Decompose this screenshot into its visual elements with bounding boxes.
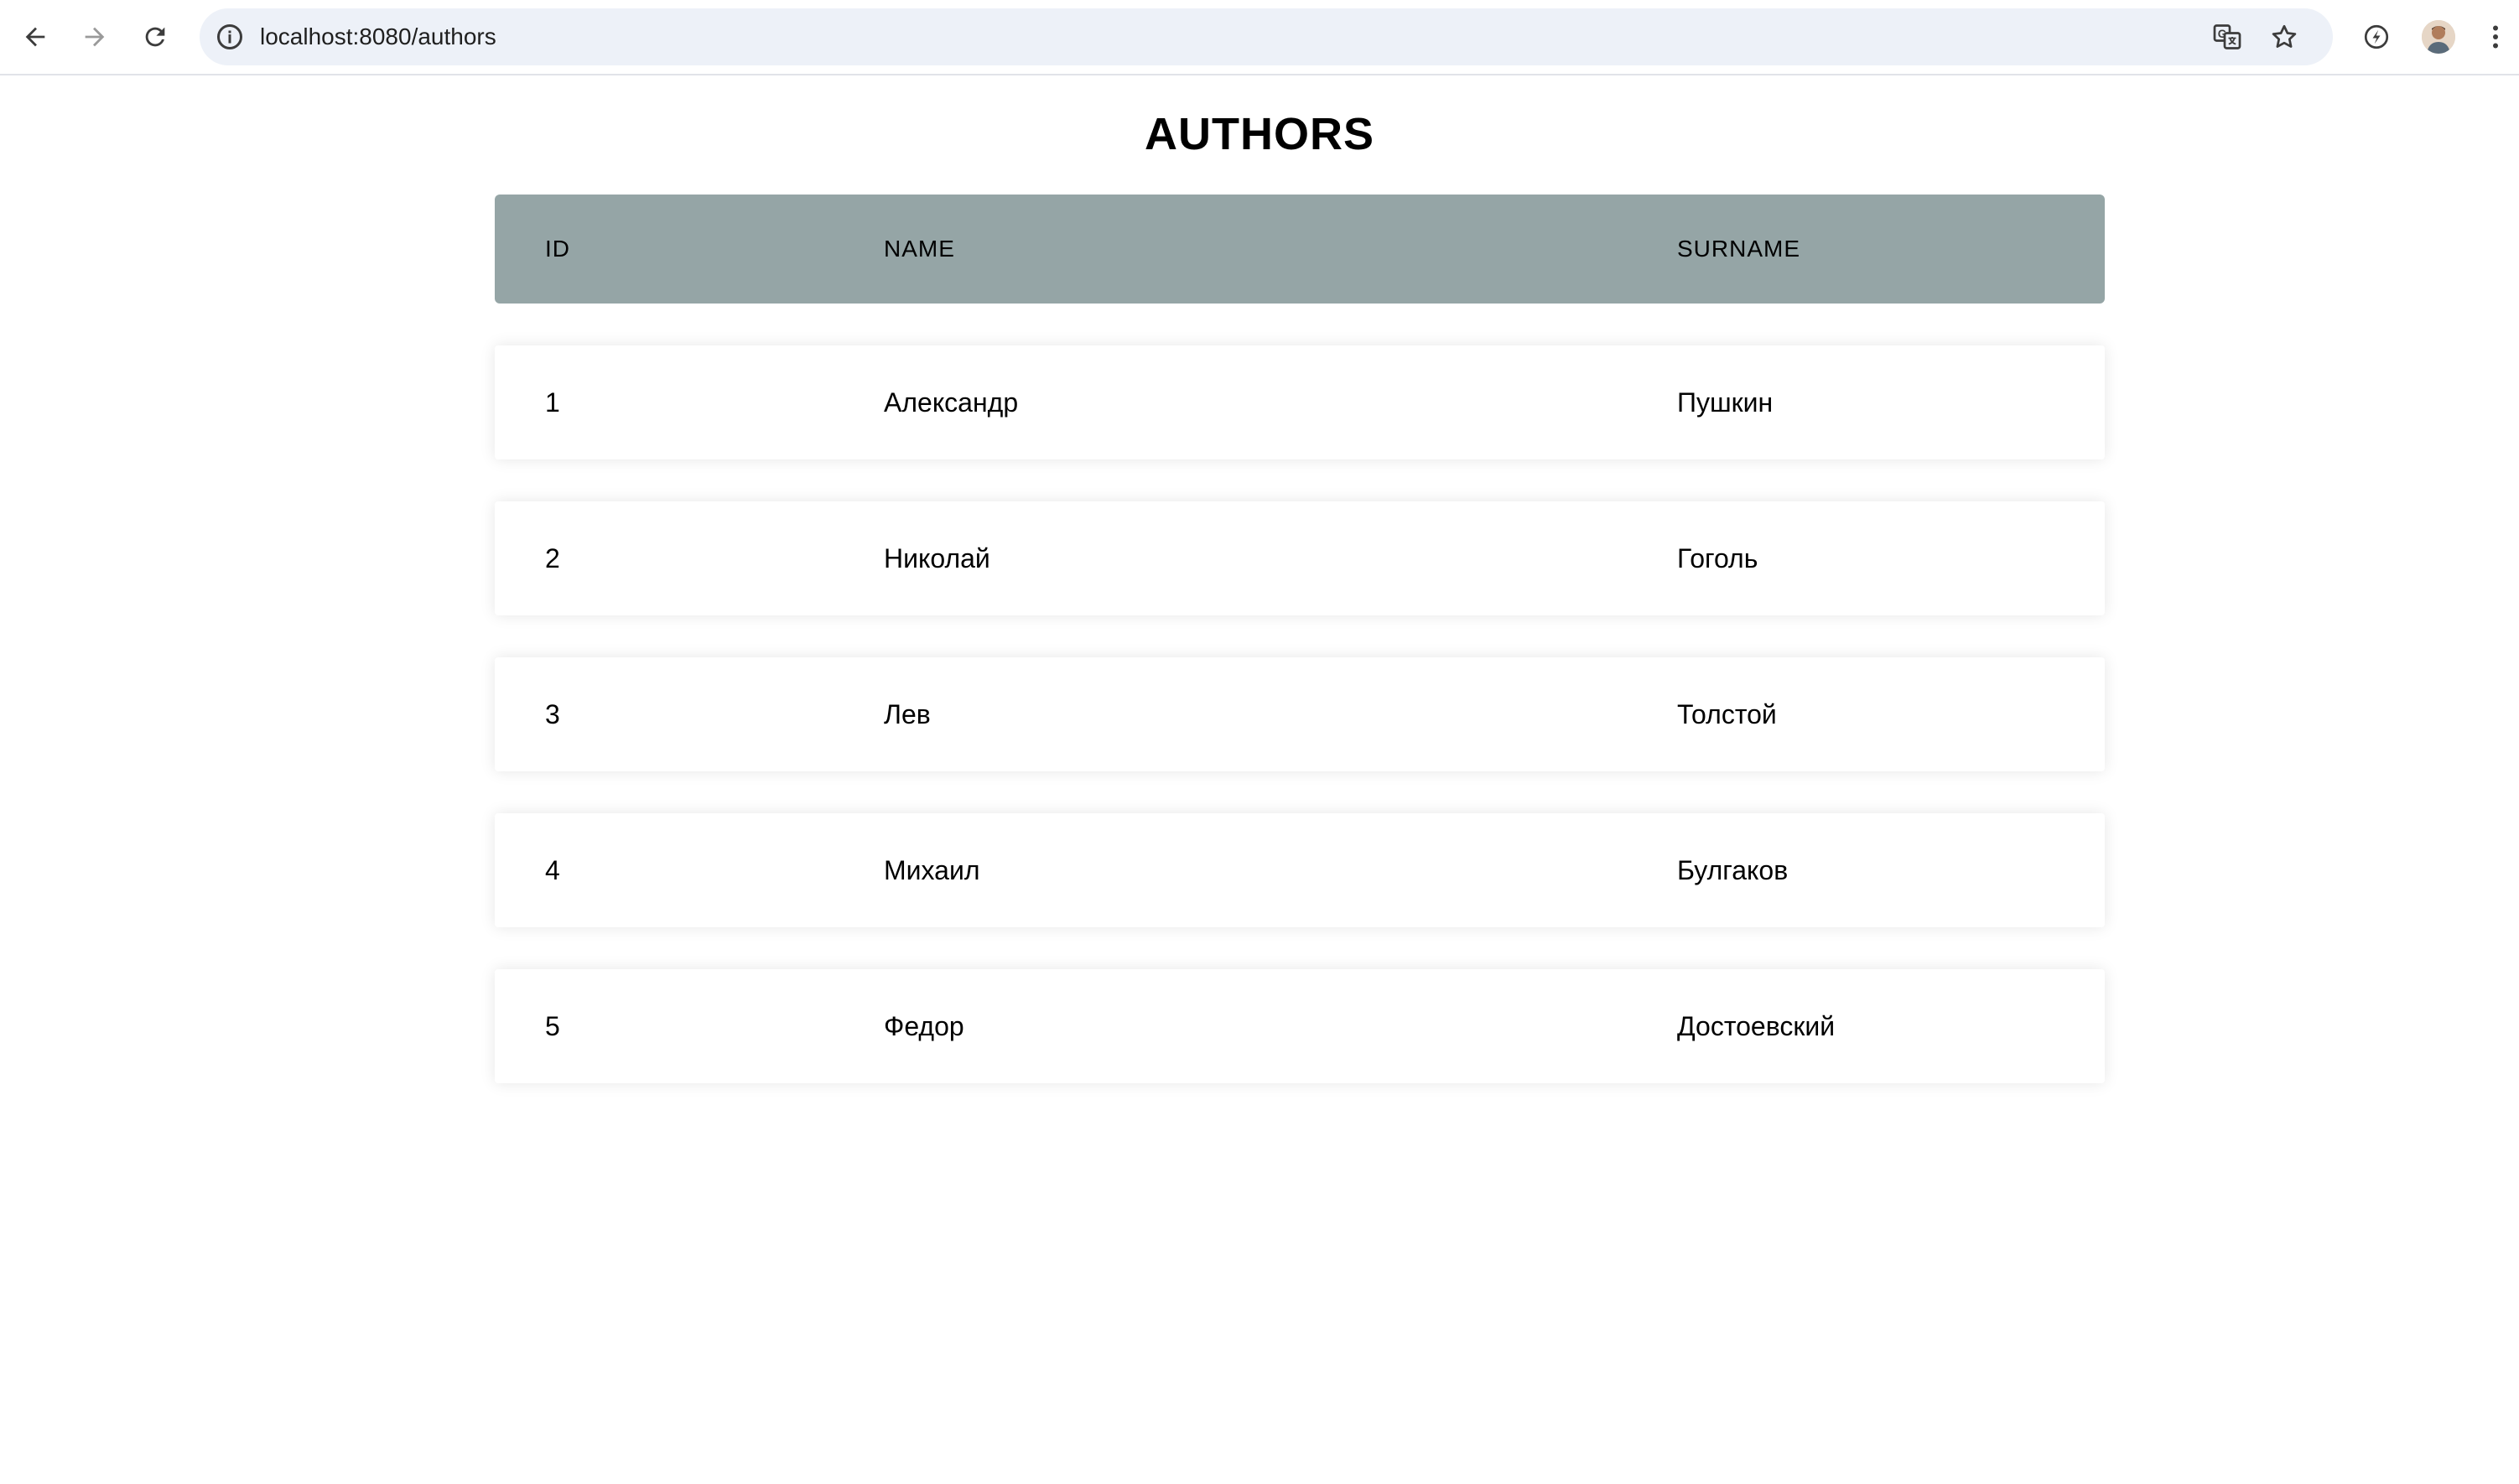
performance-button[interactable]	[2358, 18, 2395, 55]
table-row: 4 Михаил Булгаков	[495, 813, 2105, 927]
kebab-menu-icon	[2493, 25, 2498, 49]
table-row: 3 Лев Толстой	[495, 657, 2105, 771]
column-header-name: NAME	[884, 236, 955, 262]
address-bar[interactable]: localhost:8080/authors G	[200, 8, 2333, 65]
star-icon	[2272, 24, 2297, 48]
cell-id: 3	[545, 698, 560, 729]
cell-name: Николай	[884, 542, 990, 573]
cell-id: 2	[545, 542, 560, 573]
cell-surname: Булгаков	[1677, 854, 1789, 885]
cell-name: Александр	[884, 387, 1019, 418]
cell-name: Михаил	[884, 854, 980, 885]
cell-surname: Пушкин	[1677, 387, 1774, 418]
translate-icon: G	[2213, 24, 2241, 49]
cell-id: 4	[545, 854, 560, 885]
cell-surname: Толстой	[1677, 698, 1777, 729]
cell-name: Федор	[884, 1010, 964, 1041]
reload-icon	[145, 27, 165, 47]
forward-button[interactable]	[74, 16, 116, 58]
cell-surname: Гоголь	[1677, 542, 1758, 573]
reload-button[interactable]	[134, 16, 176, 58]
cell-name: Лев	[884, 698, 931, 729]
cell-id: 5	[545, 1010, 560, 1041]
back-button[interactable]	[14, 16, 56, 58]
profile-picture	[2422, 20, 2455, 54]
speed-icon	[2364, 24, 2389, 49]
info-icon[interactable]	[215, 22, 245, 52]
arrow-right-icon	[85, 27, 105, 47]
cell-surname: Достоевский	[1677, 1010, 1836, 1041]
table-header: ID NAME SURNAME	[495, 195, 2105, 304]
translate-button[interactable]: G	[2210, 20, 2244, 54]
authors-table: ID NAME SURNAME 1 Александр Пушкин 2 Ник…	[495, 195, 2105, 1083]
column-header-id: ID	[545, 236, 570, 262]
bookmark-button[interactable]	[2267, 20, 2301, 54]
page-title: AUTHORS	[1145, 109, 1374, 159]
avatar[interactable]	[2422, 20, 2455, 54]
browser-toolbar: localhost:8080/authors G	[0, 0, 2519, 75]
table-row: 2 Николай Гоголь	[495, 501, 2105, 615]
arrow-left-icon	[25, 27, 45, 47]
table-row: 1 Александр Пушкин	[495, 345, 2105, 459]
cell-id: 1	[545, 387, 560, 418]
column-header-surname: SURNAME	[1677, 236, 1801, 262]
table-row: 5 Федор Достоевский	[495, 969, 2105, 1083]
menu-button[interactable]	[2479, 18, 2512, 55]
url-text[interactable]: localhost:8080/authors	[260, 8, 496, 65]
